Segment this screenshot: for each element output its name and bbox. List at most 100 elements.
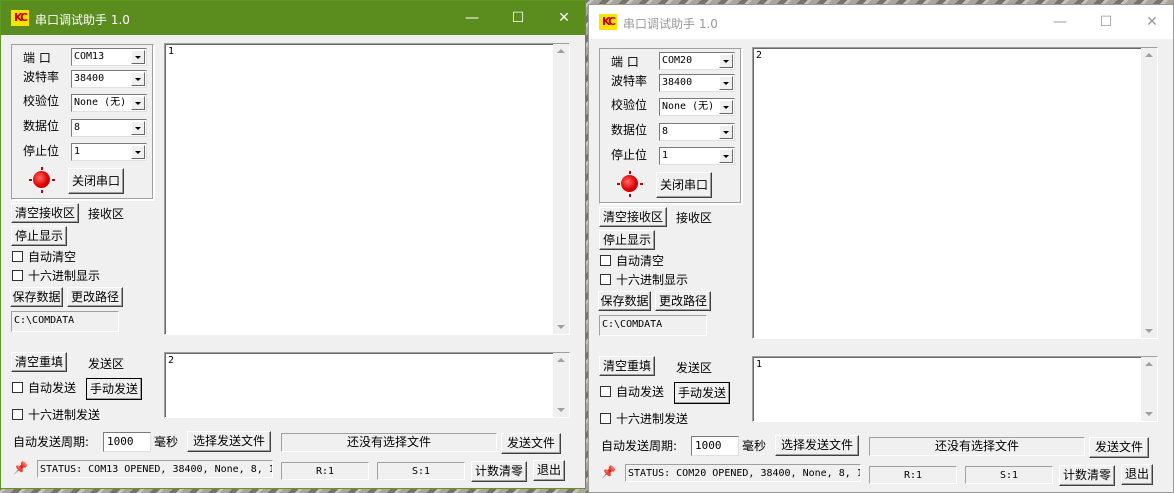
scroll-up-icon[interactable] — [1145, 53, 1153, 57]
clear-receive-button[interactable]: 清空接收区 — [599, 207, 667, 227]
minimize-button[interactable]: — — [449, 1, 495, 35]
stopbits-select[interactable]: 1 — [659, 147, 735, 165]
led-ray — [629, 171, 631, 174]
manual-send-button[interactable]: 手动发送 — [674, 382, 730, 404]
serial-debug-window-2: KC 串口调试助手 1.0 — ☐ ✕ 端 口 COM20 波特率 38400 … — [588, 4, 1174, 493]
send-file-button[interactable]: 发送文件 — [501, 433, 561, 454]
port-status-led-icon — [617, 171, 643, 197]
send-content: 2 — [168, 355, 175, 366]
clear-resend-button[interactable]: 清空重填 — [11, 352, 67, 372]
receive-area-label: 接收区 — [676, 211, 713, 225]
baud-select[interactable]: 38400 — [71, 70, 147, 88]
led-ray — [41, 190, 43, 193]
change-path-button[interactable]: 更改路径 — [67, 287, 123, 307]
hex-display-checkbox[interactable] — [12, 270, 23, 281]
scroll-up-icon[interactable] — [557, 49, 565, 53]
file-status: 还没有选择文件 — [869, 437, 1085, 456]
period-input[interactable]: 1000 — [103, 432, 151, 452]
send-textarea[interactable]: 2 — [164, 352, 570, 418]
scroll-up-icon[interactable] — [1145, 362, 1153, 366]
parity-select[interactable]: None (无) — [659, 98, 735, 116]
auto-clear-checkbox[interactable] — [600, 255, 611, 266]
send-scrollbar[interactable] — [1141, 357, 1157, 421]
dropdown-arrow-icon[interactable] — [131, 96, 145, 110]
scroll-down-icon[interactable] — [1145, 412, 1153, 416]
select-file-button[interactable]: 选择发送文件 — [187, 431, 271, 452]
scroll-up-icon[interactable] — [557, 358, 565, 362]
manual-send-button[interactable]: 手动发送 — [86, 378, 142, 400]
toggle-port-button[interactable]: 关闭串口 — [656, 172, 712, 198]
title-bar[interactable]: KC 串口调试助手 1.0 — ☐ ✕ — [589, 5, 1173, 39]
select-file-button[interactable]: 选择发送文件 — [775, 435, 859, 456]
toggle-port-button[interactable]: 关闭串口 — [68, 168, 124, 194]
databits-value: 8 — [662, 126, 669, 137]
stopbits-select[interactable]: 1 — [71, 143, 147, 161]
baud-select[interactable]: 38400 — [659, 74, 735, 92]
stop-display-button[interactable]: 停止显示 — [599, 230, 655, 250]
hex-display-checkbox[interactable] — [600, 274, 611, 285]
close-button[interactable]: ✕ — [1129, 5, 1173, 39]
send-textarea[interactable]: 1 — [752, 356, 1158, 422]
port-select[interactable]: COM13 — [71, 48, 147, 66]
title-bar[interactable]: KC 串口调试助手 1.0 — ☐ ✕ — [1, 1, 585, 35]
databits-select[interactable]: 8 — [659, 123, 735, 141]
send-file-button[interactable]: 发送文件 — [1089, 437, 1149, 458]
dropdown-arrow-icon[interactable] — [131, 145, 145, 159]
port-select[interactable]: COM20 — [659, 52, 735, 70]
scroll-down-icon[interactable] — [557, 408, 565, 412]
dropdown-arrow-icon[interactable] — [719, 149, 733, 163]
receive-scrollbar[interactable] — [553, 44, 569, 334]
receive-textarea[interactable]: 2 — [752, 47, 1158, 339]
dropdown-arrow-icon[interactable] — [719, 76, 733, 90]
pin-icon[interactable]: 📌 — [13, 461, 28, 475]
change-path-button[interactable]: 更改路径 — [655, 291, 711, 311]
parity-select[interactable]: None (无) — [71, 94, 147, 112]
auto-send-checkbox[interactable] — [600, 386, 611, 397]
dropdown-arrow-icon[interactable] — [719, 54, 733, 68]
stopbits-value: 1 — [74, 146, 81, 157]
clear-receive-button[interactable]: 清空接收区 — [11, 203, 79, 223]
save-data-button[interactable]: 保存数据 — [598, 291, 651, 311]
dropdown-arrow-icon[interactable] — [719, 125, 733, 139]
exit-button[interactable]: 退出 — [1121, 464, 1153, 485]
scroll-down-icon[interactable] — [1145, 329, 1153, 333]
hex-send-checkbox[interactable] — [600, 413, 611, 424]
period-input[interactable]: 1000 — [691, 436, 739, 456]
dropdown-arrow-icon[interactable] — [719, 100, 733, 114]
dropdown-arrow-icon[interactable] — [131, 50, 145, 64]
receive-textarea[interactable]: 1 — [164, 43, 570, 335]
serial-debug-window-1: KC 串口调试助手 1.0 — ☐ ✕ 端 口 COM13 波特率 38400 … — [0, 0, 586, 489]
stop-display-button[interactable]: 停止显示 — [11, 226, 67, 246]
hex-send-checkbox[interactable] — [12, 409, 23, 420]
dropdown-arrow-icon[interactable] — [131, 121, 145, 135]
auto-send-checkbox[interactable] — [12, 382, 23, 393]
save-data-button[interactable]: 保存数据 — [10, 287, 63, 307]
clear-resend-button[interactable]: 清空重填 — [599, 356, 655, 376]
port-value: COM20 — [662, 55, 693, 66]
pin-icon[interactable]: 📌 — [601, 465, 616, 479]
send-scrollbar[interactable] — [553, 353, 569, 417]
maximize-button[interactable]: ☐ — [1083, 5, 1129, 39]
reset-count-button[interactable]: 计数清零 — [471, 461, 527, 482]
exit-button[interactable]: 退出 — [533, 460, 565, 481]
minimize-button[interactable]: — — [1037, 5, 1083, 39]
close-button[interactable]: ✕ — [541, 1, 585, 35]
auto-send-label: 自动发送 — [28, 381, 77, 395]
scroll-down-icon[interactable] — [557, 325, 565, 329]
auto-clear-label: 自动清空 — [616, 254, 665, 268]
baud-label: 波特率 — [611, 74, 648, 88]
stopbits-label: 停止位 — [23, 144, 60, 158]
dropdown-arrow-icon[interactable] — [131, 72, 145, 86]
maximize-button[interactable]: ☐ — [495, 1, 541, 35]
tx-count: S:1 — [965, 466, 1053, 484]
databits-select[interactable]: 8 — [71, 119, 147, 137]
auto-clear-checkbox[interactable] — [12, 251, 23, 262]
receive-content: 1 — [168, 46, 175, 57]
rx-count: R:1 — [281, 462, 369, 480]
path-display: C:\COMDATA — [599, 315, 707, 336]
led-ray — [640, 183, 643, 185]
send-area-label: 发送区 — [676, 361, 713, 375]
led-ray — [617, 183, 620, 185]
reset-count-button[interactable]: 计数清零 — [1059, 465, 1115, 486]
receive-scrollbar[interactable] — [1141, 48, 1157, 338]
